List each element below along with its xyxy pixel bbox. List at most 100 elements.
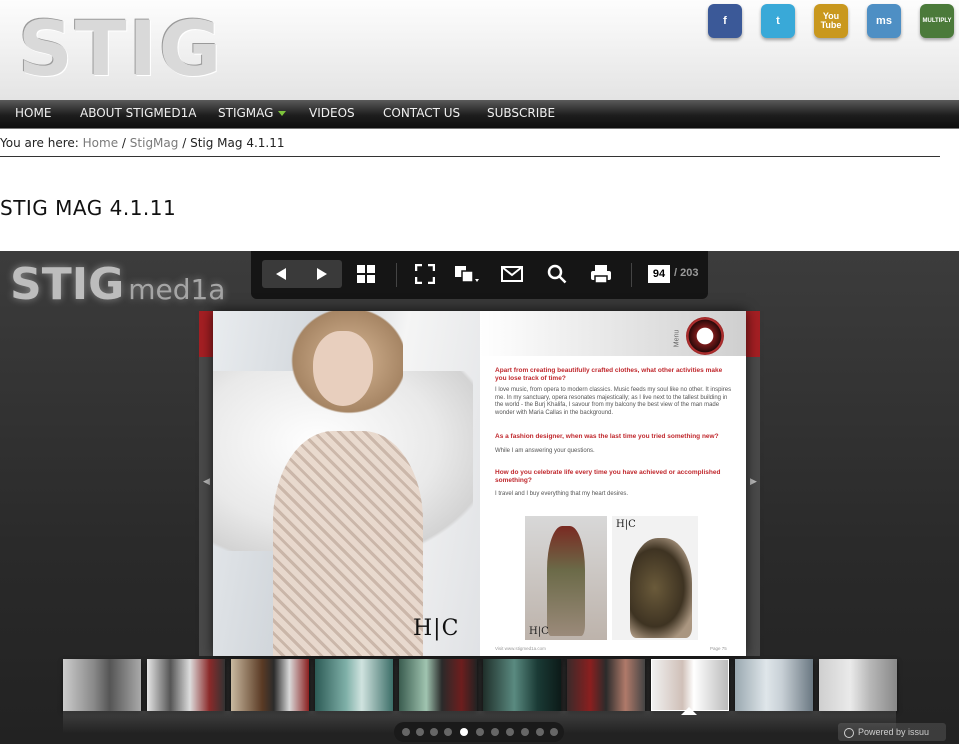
search-icon: [547, 264, 567, 284]
left-page[interactable]: H|C: [213, 311, 480, 656]
toolbar-separator: [396, 263, 397, 287]
thumbnail-strip: [63, 659, 897, 711]
dropdown-arrow-icon: [278, 111, 287, 116]
pager-dot-active[interactable]: [460, 728, 468, 736]
answer-3: I travel and I buy everything that my he…: [495, 491, 629, 497]
thumbnail-pager: [394, 722, 564, 742]
page-footer-right: Page 75: [710, 646, 727, 651]
fullscreen-icon: [415, 264, 435, 284]
thumbnail[interactable]: [819, 659, 897, 711]
myspace-icon[interactable]: ms: [867, 4, 901, 38]
next-page-button[interactable]: [309, 261, 335, 287]
youtube-icon[interactable]: You Tube: [814, 4, 848, 38]
pager-dot[interactable]: [476, 728, 484, 736]
twitter-icon[interactable]: t: [761, 4, 795, 38]
nav-videos[interactable]: VIDEOS: [309, 100, 355, 128]
thumbnail[interactable]: [483, 659, 561, 711]
left-red-tab: [199, 311, 213, 357]
page-title: STIG MAG 4.1.11: [0, 196, 177, 220]
thumbnail[interactable]: [735, 659, 813, 711]
arrow-right-icon: ▶: [750, 476, 757, 486]
thumbnail[interactable]: [315, 659, 393, 711]
hc-logo-small: H|C: [616, 519, 636, 530]
layout-button[interactable]: [454, 261, 480, 287]
page-footer-left: Visit www.stigmed1a.com: [495, 646, 546, 651]
magazine-viewer: STIG med1a 94 / 203 ◀ ▶ H|C Menu Apart f…: [0, 251, 959, 744]
viewer-logo: STIG med1a: [10, 259, 225, 310]
next-page-strip[interactable]: ▶: [746, 311, 760, 656]
thumbnail[interactable]: [63, 659, 141, 711]
email-button[interactable]: [499, 261, 525, 287]
multiply-icon[interactable]: MULTIPLY: [920, 4, 954, 38]
model-face-image: [313, 331, 373, 406]
site-header: STIG f t You Tube ms MULTIPLY: [0, 0, 959, 100]
thumbnail[interactable]: [399, 659, 477, 711]
right-red-tab: [746, 311, 760, 357]
hc-logo: H|C: [413, 616, 460, 641]
pager-dot[interactable]: [491, 728, 499, 736]
thumbnail[interactable]: [147, 659, 225, 711]
page-total: / 203: [674, 267, 699, 279]
toolbar-separator: [631, 263, 632, 287]
question-1: Apart from creating beautifully crafted …: [495, 367, 723, 382]
print-button[interactable]: [588, 261, 614, 287]
prev-page-strip[interactable]: ◀: [199, 311, 213, 656]
site-logo[interactable]: STIG: [18, 4, 223, 93]
breadcrumb-separator: /: [121, 136, 126, 150]
magazine-spread[interactable]: H|C Menu Apart from creating beautifully…: [213, 311, 746, 656]
question-2: As a fashion designer, when was the last…: [495, 433, 719, 440]
pager-dot[interactable]: [521, 728, 529, 736]
nav-stigmag-label: STIGMAG: [218, 106, 274, 120]
model-photo-1: H|C: [525, 516, 607, 640]
viewer-logo-main: STIG: [10, 259, 125, 310]
issuu-icon: [844, 727, 854, 738]
breadcrumb-current: Stig Mag 4.1.11: [190, 136, 285, 150]
main-nav: HOME ABOUT STIGMED1A STIGMAG VIDEOS CONT…: [0, 100, 959, 129]
grid-view-button[interactable]: [353, 261, 379, 287]
right-page[interactable]: Menu Apart from creating beautifully cra…: [480, 311, 746, 656]
arrow-left-icon: ◀: [203, 476, 210, 486]
pager-dot[interactable]: [430, 728, 438, 736]
menu-label: Menu: [673, 329, 681, 348]
nav-subscribe[interactable]: SUBSCRIBE: [487, 100, 555, 128]
powered-by-text: Powered by issuu: [858, 727, 930, 737]
model-photo-2: H|C: [612, 516, 698, 640]
pager-dot[interactable]: [402, 728, 410, 736]
pager-dot[interactable]: [536, 728, 544, 736]
breadcrumb-stigmag[interactable]: StigMag: [130, 136, 179, 150]
arrow-left-icon: [276, 268, 286, 280]
breadcrumb-separator: /: [182, 136, 187, 150]
powered-by-badge[interactable]: Powered by issuu: [838, 723, 946, 741]
nav-about[interactable]: ABOUT STIGMED1A: [80, 100, 196, 128]
breadcrumb-prefix: You are here:: [0, 136, 79, 150]
page-number-input[interactable]: 94: [648, 265, 670, 283]
viewer-logo-sub: med1a: [128, 273, 226, 306]
model-figure-2: [630, 538, 692, 638]
answer-2: While I am answering your questions.: [495, 448, 595, 454]
magazine-seal-icon: [686, 317, 724, 355]
nav-stigmag[interactable]: STIGMAG: [218, 100, 287, 128]
thumbnail[interactable]: [567, 659, 645, 711]
dress-image: [273, 431, 423, 656]
nav-contact[interactable]: CONTACT US: [383, 100, 460, 128]
pager-dot[interactable]: [444, 728, 452, 736]
fullscreen-button[interactable]: [412, 261, 438, 287]
breadcrumb: You are here: Home / StigMag / Stig Mag …: [0, 136, 285, 150]
search-button[interactable]: [544, 261, 570, 287]
pager-dot[interactable]: [550, 728, 558, 736]
prev-page-button[interactable]: [268, 261, 294, 287]
pager-dot[interactable]: [506, 728, 514, 736]
print-icon: [591, 265, 611, 284]
pager-dot[interactable]: [416, 728, 424, 736]
question-3: How do you celebrate life every time you…: [495, 469, 721, 484]
thumbnail[interactable]: [231, 659, 309, 711]
hc-logo-small: H|C: [529, 626, 549, 637]
viewer-toolbar: 94 / 203: [251, 251, 708, 299]
facebook-icon[interactable]: f: [708, 4, 742, 38]
breadcrumb-home[interactable]: Home: [83, 136, 118, 150]
divider: [0, 156, 940, 157]
answer-1: I love music, from opera to modern class…: [495, 387, 732, 416]
nav-home[interactable]: HOME: [15, 100, 51, 128]
thumbnail-current[interactable]: [651, 659, 729, 711]
grid-icon: [357, 265, 375, 283]
